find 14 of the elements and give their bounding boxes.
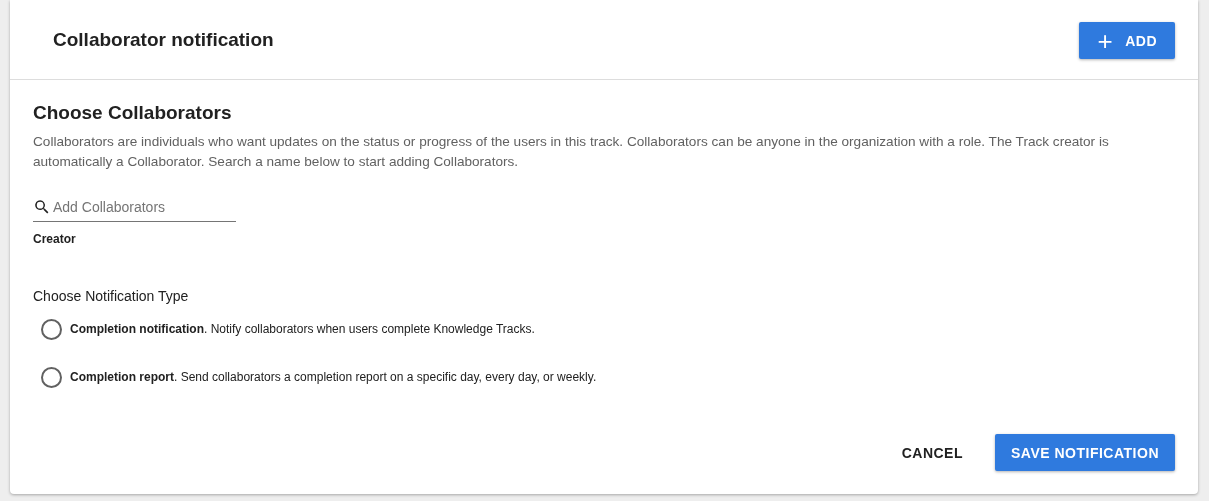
search-field[interactable]: Add Collaborators (33, 198, 236, 222)
search-icon (33, 198, 51, 216)
option-label: Completion report. Send collaborators a completion report on a specific day, every day, or weekly. (70, 370, 597, 384)
description-text: Collaborators are individuals who want updates on the status or progress of the users in this track. Collaborators can be anyone in the organization with a role. The Track creator is automatically a Collaborator. Search a name below to start adding Collaborators. (33, 133, 1110, 171)
radio-button[interactable] (41, 366, 62, 388)
section-heading: Choose Collaborators (33, 102, 233, 124)
section-label: Choose Notification Type (33, 288, 190, 304)
option-label: Completion notification. Notify collaborators when users complete Knowledge Tracks. (70, 322, 535, 336)
creator-label: Creator (33, 232, 76, 246)
dialog-title: Collaborator notification (53, 28, 274, 51)
radio-button[interactable] (41, 318, 62, 340)
add-button[interactable]: + ADD (1079, 22, 1175, 59)
save-button[interactable]: SAVE NOTIFICATION (995, 434, 1175, 471)
cancel-button[interactable]: CANCEL (889, 434, 975, 471)
